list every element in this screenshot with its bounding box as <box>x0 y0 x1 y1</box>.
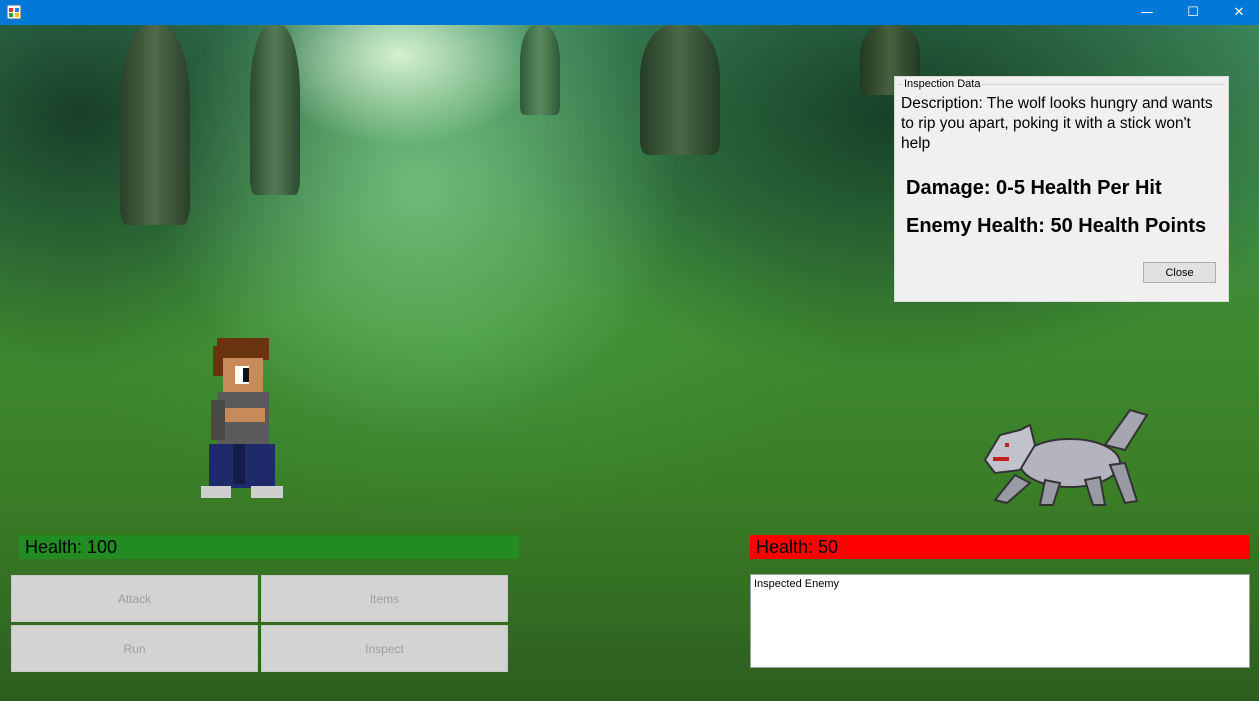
inspection-title: Inspection Data <box>902 78 983 90</box>
wolf-enemy <box>983 408 1149 506</box>
tree-trunk <box>120 25 190 225</box>
app-icon <box>7 5 21 19</box>
player-character <box>201 338 283 498</box>
player-health-bar: Health: 100 <box>19 535 519 559</box>
tree-trunk <box>640 25 720 155</box>
minimize-button[interactable]: — <box>1124 0 1170 25</box>
enemy-health-points: Enemy Health: 50 Health Points <box>906 215 1207 237</box>
battle-log[interactable]: Inspected Enemy <box>750 574 1250 668</box>
close-window-button[interactable]: ✕ <box>1216 0 1259 25</box>
attack-button[interactable]: Attack <box>11 575 258 622</box>
inspect-button[interactable]: Inspect <box>261 625 508 672</box>
tree-trunk <box>250 25 300 195</box>
close-button[interactable]: Close <box>1143 262 1216 283</box>
battle-log-text: Inspected Enemy <box>754 578 839 590</box>
enemy-damage: Damage: 0-5 Health Per Hit <box>906 177 1162 199</box>
inspection-dialog: Inspection Data Description: The wolf lo… <box>894 76 1229 302</box>
items-button[interactable]: Items <box>261 575 508 622</box>
title-bar: — ☐ ✕ <box>0 0 1259 25</box>
enemy-health-bar: Health: 50 <box>750 535 1250 559</box>
tree-trunk <box>520 25 560 115</box>
maximize-button[interactable]: ☐ <box>1170 0 1216 25</box>
run-button[interactable]: Run <box>11 625 258 672</box>
enemy-description: Description: The wolf looks hungry and w… <box>901 95 1213 152</box>
